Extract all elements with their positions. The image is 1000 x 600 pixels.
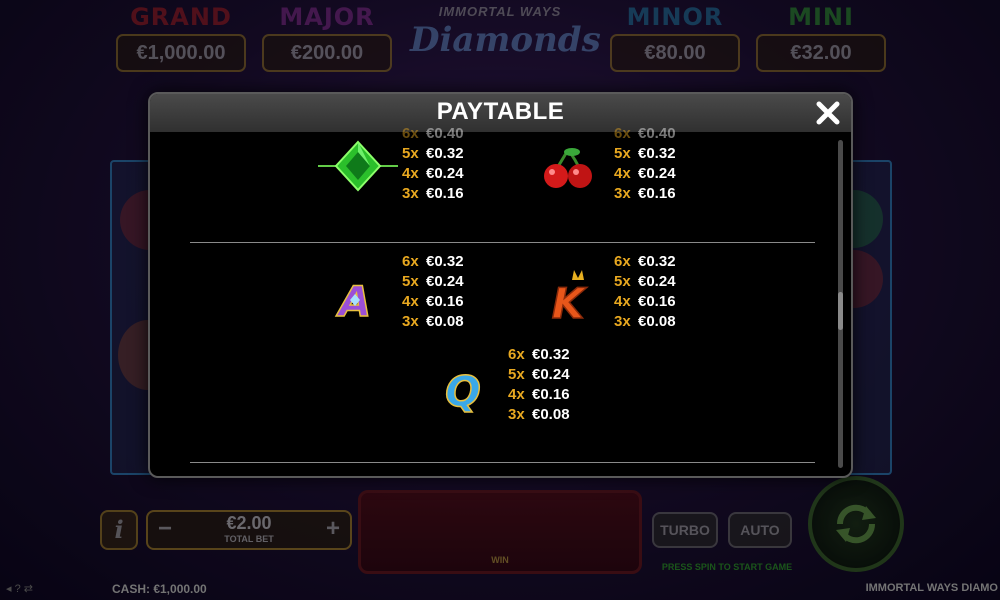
pay-amount: €0.32 bbox=[426, 253, 464, 270]
pay-row: 3x €0.16 bbox=[614, 184, 676, 204]
pay-count: 5x bbox=[402, 273, 419, 290]
pay-count: 4x bbox=[614, 293, 631, 310]
pay-row: 6x €0.40 bbox=[402, 124, 464, 144]
green-gem-icon bbox=[318, 140, 398, 192]
pay-row: 5x €0.32 bbox=[614, 144, 676, 164]
paytable-modal: PAYTABLE 6x €0.40 5x €0.32 4x €0.24 3x €0.16 bbox=[148, 92, 853, 478]
pay-count: 3x bbox=[508, 406, 525, 423]
pay-row: 5x €0.24 bbox=[614, 272, 676, 292]
pay-amount: €0.24 bbox=[426, 273, 464, 290]
section-divider bbox=[190, 242, 815, 243]
pay-row: 4x €0.16 bbox=[402, 292, 464, 312]
pay-list: 6x €0.40 5x €0.32 4x €0.24 3x €0.16 bbox=[614, 124, 676, 204]
pay-amount: €0.32 bbox=[532, 346, 570, 363]
pay-row: 6x €0.32 bbox=[614, 252, 676, 272]
paytable-header: PAYTABLE bbox=[150, 94, 851, 132]
paytable-title: PAYTABLE bbox=[436, 98, 565, 125]
pay-list: 6x €0.32 5x €0.24 4x €0.16 3x €0.08 bbox=[614, 252, 676, 332]
pay-amount: €0.24 bbox=[638, 165, 676, 182]
pay-count: 6x bbox=[508, 346, 525, 363]
pay-count: 6x bbox=[402, 253, 419, 270]
pay-row: 5x €0.32 bbox=[402, 144, 464, 164]
pay-count: 6x bbox=[614, 253, 631, 270]
scrollbar-thumb[interactable] bbox=[838, 292, 843, 330]
pay-list: 6x €0.32 5x €0.24 4x €0.16 3x €0.08 bbox=[508, 345, 570, 425]
pay-count: 5x bbox=[402, 145, 419, 162]
pay-row: 4x €0.24 bbox=[402, 164, 464, 184]
pay-amount: €0.16 bbox=[638, 293, 676, 310]
pay-row: 6x €0.32 bbox=[508, 345, 570, 365]
pay-row: 6x €0.40 bbox=[614, 124, 676, 144]
pay-amount: €0.24 bbox=[426, 165, 464, 182]
pay-amount: €0.32 bbox=[638, 145, 676, 162]
pay-row: 5x €0.24 bbox=[508, 365, 570, 385]
pay-amount: €0.40 bbox=[638, 125, 676, 142]
pay-count: 3x bbox=[614, 185, 631, 202]
pay-row: 4x €0.24 bbox=[614, 164, 676, 184]
pay-count: 4x bbox=[614, 165, 631, 182]
pay-row: 3x €0.08 bbox=[614, 312, 676, 332]
pay-count: 3x bbox=[614, 313, 631, 330]
pay-row: 4x €0.16 bbox=[508, 385, 570, 405]
svg-text:Q: Q bbox=[445, 367, 481, 414]
close-icon[interactable] bbox=[815, 100, 841, 126]
pay-count: 6x bbox=[614, 125, 631, 142]
cherries-icon bbox=[544, 148, 592, 188]
pay-count: 4x bbox=[508, 386, 525, 403]
pay-count: 5x bbox=[614, 145, 631, 162]
pay-amount: €0.40 bbox=[426, 125, 464, 142]
letter-a-icon: A bbox=[335, 276, 372, 322]
pay-count: 3x bbox=[402, 185, 419, 202]
pay-count: 4x bbox=[402, 165, 419, 182]
pay-amount: €0.16 bbox=[426, 293, 464, 310]
pay-amount: €0.08 bbox=[638, 313, 676, 330]
pay-list: 6x €0.40 5x €0.32 4x €0.24 3x €0.16 bbox=[402, 124, 464, 204]
pay-amount: €0.08 bbox=[532, 406, 570, 423]
pay-amount: €0.16 bbox=[532, 386, 570, 403]
pay-row: 3x €0.08 bbox=[508, 405, 570, 425]
pay-count: 3x bbox=[402, 313, 419, 330]
svg-text:K: K bbox=[552, 279, 588, 324]
pay-count: 5x bbox=[508, 366, 525, 383]
paytable-content[interactable]: 6x €0.40 5x €0.32 4x €0.24 3x €0.16 6x €0.40 … bbox=[150, 125, 851, 476]
pay-amount: €0.16 bbox=[426, 185, 464, 202]
pay-amount: €0.32 bbox=[638, 253, 676, 270]
pay-row: 3x €0.16 bbox=[402, 184, 464, 204]
pay-list: 6x €0.32 5x €0.24 4x €0.16 3x €0.08 bbox=[402, 252, 464, 332]
pay-row: 3x €0.08 bbox=[402, 312, 464, 332]
pay-row: 5x €0.24 bbox=[402, 272, 464, 292]
pay-amount: €0.32 bbox=[426, 145, 464, 162]
pay-amount: €0.24 bbox=[532, 366, 570, 383]
pay-amount: €0.08 bbox=[426, 313, 464, 330]
letter-k-icon: K bbox=[551, 270, 588, 324]
pay-row: 4x €0.16 bbox=[614, 292, 676, 312]
section-divider bbox=[190, 462, 815, 463]
pay-count: 6x bbox=[402, 125, 419, 142]
pay-amount: €0.16 bbox=[638, 185, 676, 202]
pay-count: 4x bbox=[402, 293, 419, 310]
pay-amount: €0.24 bbox=[638, 273, 676, 290]
paytable-scrollbar[interactable] bbox=[838, 140, 843, 468]
pay-row: 6x €0.32 bbox=[402, 252, 464, 272]
letter-q-icon: Q bbox=[444, 366, 481, 414]
pay-count: 5x bbox=[614, 273, 631, 290]
